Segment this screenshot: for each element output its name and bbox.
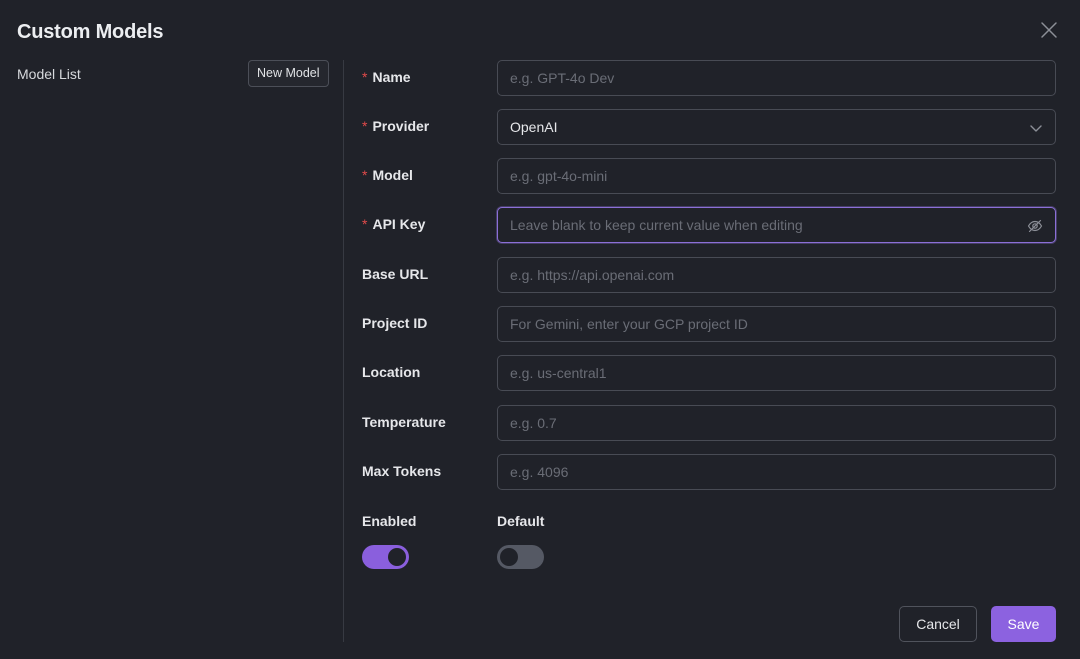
save-button[interactable]: Save (991, 606, 1056, 642)
provider-select[interactable]: OpenAI (497, 109, 1056, 145)
model-list-label: Model List (17, 66, 81, 82)
temperature-input[interactable] (498, 406, 1055, 440)
api-key-field-wrap (497, 207, 1056, 243)
api-key-label: * API Key (362, 216, 426, 232)
custom-models-dialog: Custom Models Model List New Model * Name… (0, 0, 1080, 659)
max-tokens-field-wrap (497, 454, 1056, 490)
temperature-field-wrap (497, 405, 1056, 441)
project-id-label: Project ID (362, 315, 428, 331)
default-label: Default (497, 513, 545, 529)
default-toggle[interactable] (497, 545, 544, 569)
enabled-toggle[interactable] (362, 545, 409, 569)
api-key-row: * API Key (362, 207, 1056, 243)
model-input[interactable] (498, 159, 1055, 193)
base-url-input[interactable] (498, 258, 1055, 292)
new-model-button[interactable]: New Model (248, 60, 329, 87)
base-url-field-wrap (497, 257, 1056, 293)
model-row: * Model (362, 158, 1056, 194)
enabled-label: Enabled (362, 513, 417, 529)
location-input[interactable] (498, 356, 1055, 390)
required-marker: * (362, 167, 368, 183)
name-input[interactable] (498, 61, 1055, 95)
base-url-row: Base URL (362, 257, 1056, 293)
dialog-title: Custom Models (17, 21, 164, 43)
provider-label: * Provider (362, 118, 430, 134)
model-field-wrap (497, 158, 1056, 194)
project-id-field-wrap (497, 306, 1056, 342)
location-field-wrap (497, 355, 1056, 391)
required-marker: * (362, 216, 368, 232)
max-tokens-row: Max Tokens (362, 454, 1056, 490)
project-id-row: Project ID (362, 306, 1056, 342)
location-row: Location (362, 355, 1056, 391)
required-marker: * (362, 69, 368, 85)
provider-row: * Provider OpenAI (362, 109, 1056, 145)
toggle-knob (388, 548, 406, 566)
provider-selected-value[interactable]: OpenAI (498, 110, 1055, 144)
required-marker: * (362, 118, 368, 134)
base-url-label: Base URL (362, 266, 429, 282)
toggle-knob (500, 548, 518, 566)
model-list-panel: Model List New Model (0, 60, 343, 642)
temperature-label: Temperature (362, 414, 446, 430)
chevron-down-icon[interactable] (1029, 121, 1043, 135)
api-key-input[interactable] (498, 208, 1055, 242)
panel-divider (343, 60, 344, 642)
max-tokens-input[interactable] (498, 455, 1055, 489)
name-label: * Name (362, 69, 411, 85)
name-field-wrap (497, 60, 1056, 96)
model-label: * Model (362, 167, 413, 183)
location-label: Location (362, 364, 421, 380)
eye-off-icon[interactable] (1027, 218, 1043, 234)
cancel-button[interactable]: Cancel (899, 606, 977, 642)
temperature-row: Temperature (362, 405, 1056, 441)
project-id-input[interactable] (498, 307, 1055, 341)
name-row: * Name (362, 60, 1056, 96)
close-icon[interactable] (1040, 21, 1058, 39)
max-tokens-label: Max Tokens (362, 463, 442, 479)
